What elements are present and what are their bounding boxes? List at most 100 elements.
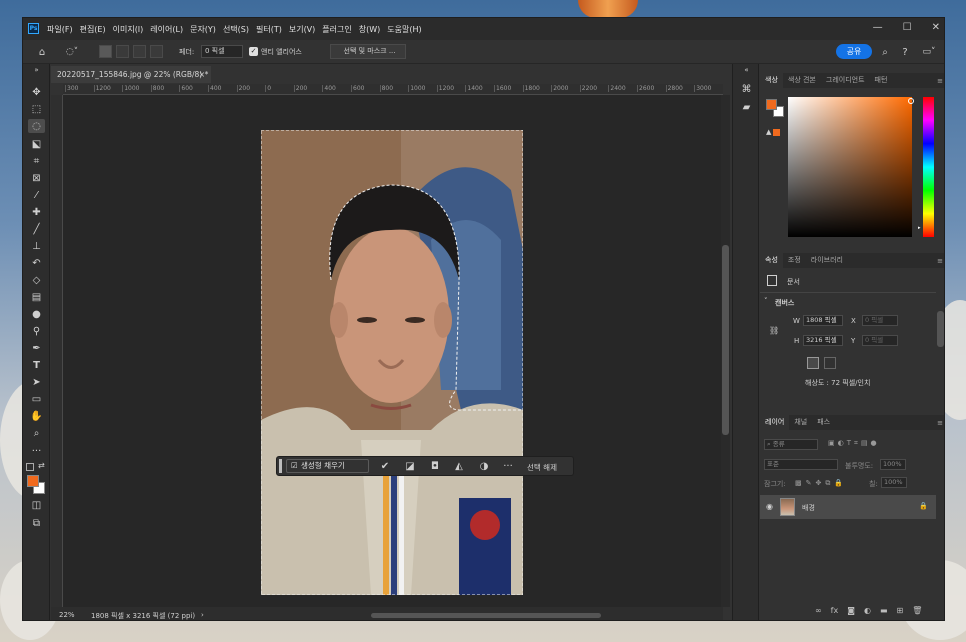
- move-tool-icon[interactable]: ✥: [28, 85, 45, 99]
- vertical-scrollbar[interactable]: [721, 95, 730, 607]
- foreground-color-swatch[interactable]: [27, 475, 39, 487]
- visibility-eye-icon[interactable]: ◉: [766, 502, 773, 511]
- document-image[interactable]: [261, 130, 523, 595]
- properties-scrollbar[interactable]: [937, 311, 944, 347]
- adjustment-icon[interactable]: ◑: [478, 460, 490, 472]
- menu-filter[interactable]: 필터(T): [256, 24, 282, 35]
- lasso-tool-preset-icon[interactable]: ◌˅: [61, 45, 83, 59]
- swap-colors-icon[interactable]: ⇄: [38, 461, 45, 470]
- adjustment-icon[interactable]: ◐: [864, 606, 871, 615]
- pen-tool-icon[interactable]: ✒: [28, 341, 45, 355]
- frame-tool-icon[interactable]: ⊠: [28, 171, 45, 185]
- drag-handle[interactable]: [279, 459, 282, 473]
- minimize-button[interactable]: —: [873, 22, 883, 33]
- mask-icon[interactable]: ◙: [847, 606, 855, 615]
- opacity-input[interactable]: 100%: [880, 459, 906, 470]
- tab-swatches[interactable]: 색상 견본: [783, 73, 821, 88]
- status-arrow[interactable]: ›: [201, 611, 204, 619]
- tab-libraries[interactable]: 라이브러리: [806, 253, 848, 268]
- object-select-tool-icon[interactable]: ⬕: [28, 137, 45, 151]
- collapse-icon[interactable]: »: [28, 66, 45, 74]
- subtract-selection-icon[interactable]: [133, 45, 146, 58]
- color-picker-marker[interactable]: [908, 98, 914, 104]
- landscape-orientation-icon[interactable]: [824, 357, 836, 369]
- layer-kind-filter[interactable]: ⌕ 종류: [764, 439, 818, 450]
- link-dimensions-icon[interactable]: ⛓: [769, 326, 779, 335]
- intersect-selection-icon[interactable]: [150, 45, 163, 58]
- fill-input[interactable]: 100%: [881, 477, 907, 488]
- menu-layer[interactable]: 레이어(L): [150, 24, 183, 35]
- tab-properties[interactable]: 속성: [760, 253, 783, 268]
- color-panel-menu-icon[interactable]: ≡: [937, 77, 943, 85]
- help-icon[interactable]: ?: [899, 45, 911, 59]
- layer-lock-icon[interactable]: 🔒: [919, 502, 928, 510]
- color-field[interactable]: [788, 97, 914, 237]
- hue-slider-marker[interactable]: ▸: [918, 225, 921, 231]
- brush-tool-icon[interactable]: ╱: [28, 222, 45, 236]
- tab-gradients[interactable]: 그레이디언트: [821, 73, 870, 88]
- close-document-icon[interactable]: ×: [199, 66, 205, 83]
- canvas-area[interactable]: ☑ 생성형 채우기 ✔ ◪ ◘ ◭ ◑ ··· 선택 해제: [63, 95, 723, 607]
- tab-adjustments[interactable]: 조정: [783, 253, 806, 268]
- folder-icon[interactable]: ▬: [880, 606, 888, 615]
- height-input[interactable]: 3216 픽셀: [803, 335, 843, 346]
- antialias-checkbox[interactable]: ✓: [249, 47, 258, 56]
- y-input[interactable]: 0 픽셀: [862, 335, 898, 346]
- default-colors-icon[interactable]: [26, 463, 34, 471]
- select-and-mask-button[interactable]: 선택 및 마스크 ...: [330, 44, 406, 59]
- portrait-orientation-icon[interactable]: [807, 357, 819, 369]
- crop-tool-icon[interactable]: ⌗: [28, 154, 45, 168]
- menu-select[interactable]: 선택(S): [223, 24, 249, 35]
- comments-panel-icon[interactable]: ▰: [738, 100, 755, 114]
- more-options-icon[interactable]: ···: [501, 460, 515, 472]
- zoom-level[interactable]: 22%: [59, 611, 75, 619]
- home-icon[interactable]: ⌂: [35, 45, 49, 59]
- menu-help[interactable]: 도움말(H): [387, 24, 421, 35]
- fill-icon[interactable]: ◭: [453, 460, 465, 472]
- eraser-tool-icon[interactable]: ◇: [28, 273, 45, 287]
- gamut-color-swatch[interactable]: [773, 129, 780, 136]
- brush-icon[interactable]: ✔: [379, 460, 391, 472]
- layers-panel-menu-icon[interactable]: ≡: [937, 419, 943, 427]
- menu-image[interactable]: 이미지(I): [113, 24, 144, 35]
- tab-color[interactable]: 색상: [760, 73, 783, 88]
- zoom-tool-icon[interactable]: ⌕: [28, 426, 45, 440]
- add-selection-icon[interactable]: [116, 45, 129, 58]
- gradient-tool-icon[interactable]: ▤: [28, 290, 45, 304]
- trash-icon[interactable]: 🗑: [912, 606, 922, 615]
- scroll-thumb[interactable]: [722, 245, 729, 435]
- maximize-button[interactable]: ☐: [903, 22, 912, 33]
- history-brush-tool-icon[interactable]: ↶: [28, 256, 45, 270]
- tab-channels[interactable]: 채널: [789, 415, 812, 430]
- menu-view[interactable]: 보기(V): [289, 24, 315, 35]
- x-input[interactable]: 0 픽셀: [862, 315, 898, 326]
- menu-window[interactable]: 창(W): [359, 24, 381, 35]
- eyedropper-tool-icon[interactable]: ⁄: [28, 188, 45, 202]
- mask-icon[interactable]: ◘: [429, 460, 441, 472]
- hand-tool-icon[interactable]: ✋: [28, 409, 45, 423]
- layer-filter-icons[interactable]: ▣◐T⌗▤●: [828, 439, 880, 448]
- invert-selection-icon[interactable]: ◪: [404, 460, 416, 472]
- more-tools-icon[interactable]: ···: [28, 444, 45, 458]
- tab-paths[interactable]: 패스: [812, 415, 835, 430]
- lock-icons[interactable]: ▩✎✥⧉🔒: [795, 479, 847, 488]
- hue-slider[interactable]: [923, 97, 934, 237]
- share-button[interactable]: 공유: [836, 44, 872, 59]
- blend-mode-select[interactable]: 표준: [764, 459, 838, 470]
- deselect-button[interactable]: 선택 해제: [527, 462, 557, 473]
- canvas-section-chevron[interactable]: ˅: [764, 297, 768, 305]
- layer-row[interactable]: ◉ 배경 🔒: [760, 495, 936, 519]
- path-select-tool-icon[interactable]: ➤: [28, 375, 45, 389]
- feather-input[interactable]: 0 픽셀: [201, 45, 243, 58]
- width-input[interactable]: 1808 픽셀: [803, 315, 843, 326]
- menu-file[interactable]: 파일(F): [47, 24, 73, 35]
- gamut-warning-icon[interactable]: ▲: [766, 128, 771, 136]
- new-layer-icon[interactable]: ⊞: [897, 606, 904, 615]
- screen-mode-icon[interactable]: ⧉: [28, 516, 45, 530]
- rectangle-tool-icon[interactable]: ▭: [28, 392, 45, 406]
- properties-panel-menu-icon[interactable]: ≡: [937, 257, 943, 265]
- generative-fill-button[interactable]: ☑ 생성형 채우기: [286, 459, 369, 473]
- marquee-tool-icon[interactable]: ⬚: [28, 102, 45, 116]
- tab-patterns[interactable]: 패턴: [870, 73, 893, 88]
- workspace-icon[interactable]: ▭˅: [919, 45, 939, 59]
